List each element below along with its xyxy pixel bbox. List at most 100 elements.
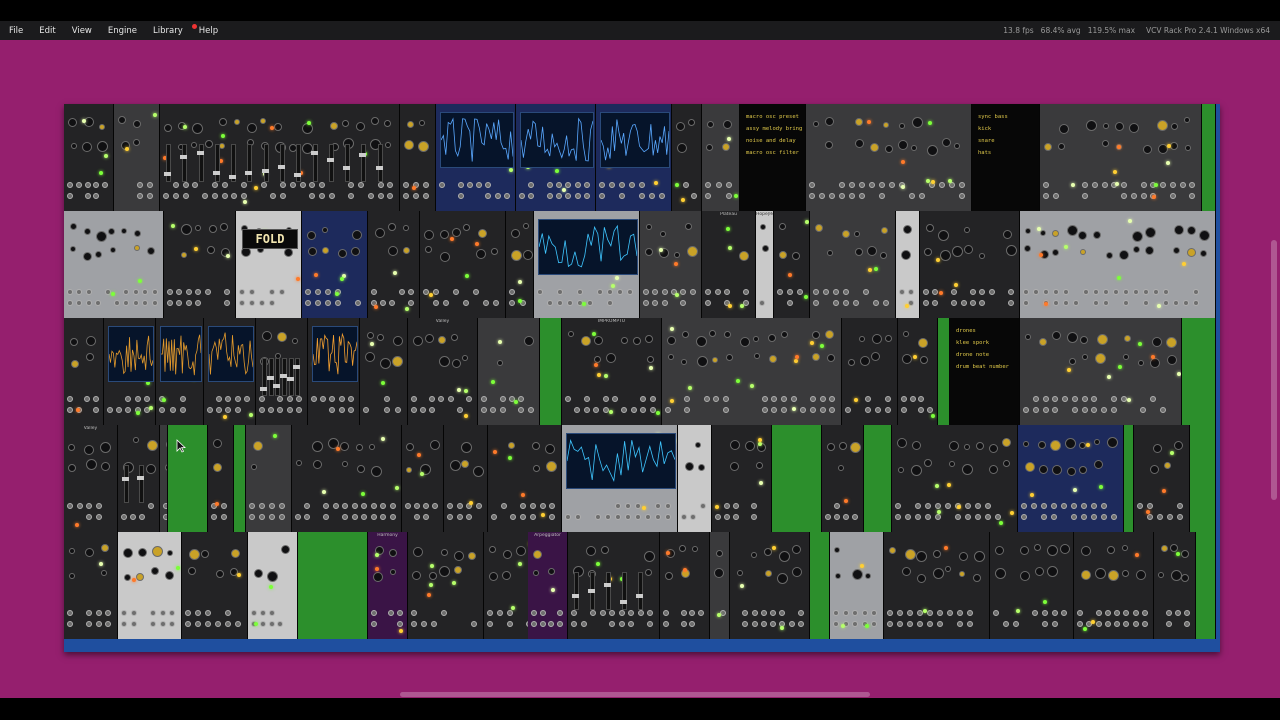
jack[interactable]	[643, 300, 649, 306]
module-panel[interactable]	[164, 211, 236, 318]
jack[interactable]	[652, 289, 659, 295]
knob[interactable]	[681, 331, 689, 339]
jack[interactable]	[663, 610, 669, 616]
jack[interactable]	[659, 193, 665, 199]
fader-cap[interactable]	[286, 376, 294, 381]
jack[interactable]	[919, 193, 925, 199]
jack[interactable]	[102, 182, 109, 188]
knob[interactable]	[356, 444, 364, 452]
jack[interactable]	[519, 193, 525, 199]
knob[interactable]	[462, 354, 469, 361]
jack[interactable]	[635, 503, 641, 509]
fader[interactable]	[286, 358, 294, 396]
knob[interactable]	[390, 568, 397, 575]
module-panel[interactable]	[810, 211, 896, 318]
jack[interactable]	[531, 621, 537, 627]
knob[interactable]	[85, 352, 94, 361]
menu-file[interactable]: File	[0, 26, 31, 36]
knob[interactable]	[266, 570, 278, 582]
jack[interactable]	[615, 514, 621, 520]
jack[interactable]	[655, 503, 661, 509]
knob[interactable]	[146, 464, 157, 475]
jack[interactable]	[733, 514, 739, 520]
knob[interactable]	[696, 335, 708, 347]
knob[interactable]	[151, 567, 160, 576]
jack[interactable]	[405, 503, 411, 509]
jack[interactable]	[879, 193, 885, 199]
jack[interactable]	[760, 610, 767, 616]
knob[interactable]	[402, 246, 410, 254]
jack[interactable]	[1143, 300, 1149, 306]
jack[interactable]	[205, 610, 211, 616]
jack[interactable]	[432, 503, 438, 509]
jack[interactable]	[351, 514, 358, 520]
jack[interactable]	[885, 407, 891, 413]
knob[interactable]	[1165, 336, 1177, 348]
knob[interactable]	[207, 245, 216, 254]
jack[interactable]	[1093, 300, 1099, 306]
knob[interactable]	[96, 230, 108, 242]
module-panel[interactable]	[256, 318, 308, 425]
jack[interactable]	[123, 300, 130, 306]
jack[interactable]	[726, 193, 733, 199]
jack[interactable]	[277, 407, 284, 413]
module-panel[interactable]	[884, 532, 990, 639]
knob[interactable]	[373, 571, 384, 582]
jack[interactable]	[609, 610, 616, 616]
jack[interactable]	[269, 503, 275, 509]
jack[interactable]	[268, 407, 275, 413]
module-panel[interactable]: IMPROMPTU	[562, 318, 662, 425]
jack[interactable]	[485, 182, 492, 188]
jack[interactable]	[925, 503, 931, 509]
jack[interactable]	[167, 289, 173, 295]
jack[interactable]	[403, 182, 409, 188]
knob[interactable]	[1064, 438, 1076, 450]
jack[interactable]	[1160, 182, 1166, 188]
knob[interactable]	[404, 139, 415, 150]
jack[interactable]	[665, 503, 671, 509]
knob[interactable]	[502, 549, 512, 559]
jack[interactable]	[810, 407, 816, 413]
jack[interactable]	[371, 289, 377, 295]
knob[interactable]	[1080, 570, 1091, 581]
jack[interactable]	[1147, 514, 1153, 520]
jack[interactable]	[905, 514, 911, 520]
jack[interactable]	[92, 396, 99, 402]
jack[interactable]	[1041, 621, 1048, 627]
knob[interactable]	[306, 230, 316, 240]
jack[interactable]	[137, 193, 143, 199]
knob[interactable]	[924, 247, 933, 256]
fader[interactable]	[636, 572, 643, 610]
knob[interactable]	[744, 440, 755, 451]
jack[interactable]	[67, 193, 73, 199]
knob[interactable]	[195, 225, 202, 232]
jack[interactable]	[299, 182, 306, 188]
jack[interactable]	[433, 289, 439, 295]
jack[interactable]	[567, 300, 573, 306]
module-panel[interactable]	[562, 425, 678, 532]
jack[interactable]	[871, 610, 878, 616]
jack[interactable]	[1043, 289, 1049, 295]
vertical-scrollbar[interactable]	[1271, 240, 1277, 500]
knob[interactable]	[281, 544, 291, 554]
jack[interactable]	[311, 396, 317, 402]
jack[interactable]	[286, 396, 293, 402]
jack[interactable]	[1149, 396, 1156, 402]
jack[interactable]	[130, 621, 137, 627]
fader-cap[interactable]	[359, 152, 367, 157]
knob[interactable]	[1199, 229, 1211, 241]
knob[interactable]	[467, 551, 476, 560]
jack[interactable]	[927, 610, 933, 616]
jack[interactable]	[304, 503, 311, 509]
knob[interactable]	[721, 142, 730, 151]
knob[interactable]	[412, 546, 423, 557]
jack[interactable]	[355, 300, 361, 306]
jack[interactable]	[225, 621, 231, 627]
knob[interactable]	[1128, 123, 1139, 134]
jack[interactable]	[1077, 610, 1083, 616]
knob[interactable]	[371, 117, 380, 126]
jack[interactable]	[1091, 514, 1097, 520]
jack[interactable]	[681, 514, 687, 520]
jack[interactable]	[211, 514, 217, 520]
module-panel[interactable]	[156, 318, 204, 425]
